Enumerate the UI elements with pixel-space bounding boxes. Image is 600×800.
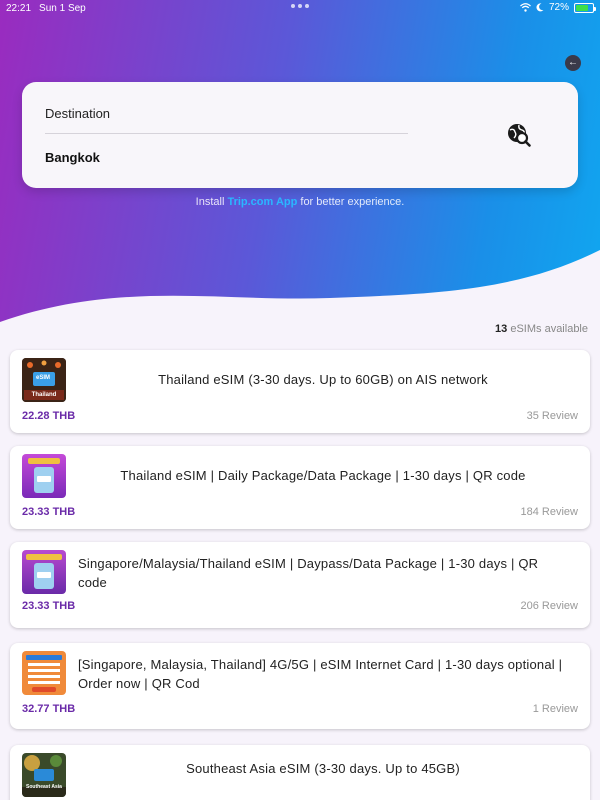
esim-thumbnail <box>22 550 66 594</box>
wifi-icon <box>520 3 531 12</box>
globe-search-icon[interactable] <box>506 122 532 148</box>
moon-icon <box>536 3 544 12</box>
battery-icon <box>574 2 596 13</box>
esim-price: 23.33 THB <box>22 600 76 612</box>
destination-search-card[interactable]: Destination Bangkok <box>22 82 578 188</box>
battery-level <box>576 4 588 11</box>
results-count-label: eSIMs available <box>510 323 588 335</box>
esim-card[interactable]: Thailand eSIM | Daily Package/Data Packa… <box>10 446 590 529</box>
install-suffix: for better experience. <box>297 196 405 208</box>
destination-label: Destination <box>45 106 111 121</box>
status-time: 22:21 <box>6 2 32 14</box>
esim-reviews[interactable]: 184 Review <box>521 506 578 518</box>
results-count-number: 13 <box>495 323 508 335</box>
esim-card[interactable]: Singapore/Malaysia/Thailand eSIM | Daypa… <box>10 542 590 628</box>
trip-app-link[interactable]: Trip.com App <box>227 196 297 208</box>
status-bar: 22:21 Sun 1 Sep 72% <box>0 0 600 16</box>
orange-esim-image <box>22 651 66 695</box>
install-prefix: Install <box>195 196 228 208</box>
esim-card[interactable]: [Singapore, Malaysia, Thailand] 4G/5G | … <box>10 643 590 729</box>
esim-reviews[interactable]: 35 Review <box>527 410 578 422</box>
esim-price: 23.33 THB <box>22 506 76 518</box>
esim-reviews[interactable]: 1 Review <box>533 703 578 715</box>
esim-card[interactable]: eSIM Thailand Thailand eSIM (3-30 days. … <box>10 350 590 433</box>
esim-card[interactable]: Southeast Asia Southeast Asia eSIM (3-30… <box>10 745 590 800</box>
purple-esim-image <box>22 454 66 498</box>
esim-price: 32.77 THB <box>22 703 76 715</box>
esim-price: 22.28 THB <box>22 410 76 422</box>
esim-title: Thailand eSIM (3-30 days. Up to 60GB) on… <box>158 372 488 387</box>
results-count: 13 eSIMs available <box>495 323 588 335</box>
back-button[interactable]: ← <box>565 55 581 71</box>
divider <box>45 133 408 134</box>
multitask-dots-icon[interactable] <box>291 4 309 8</box>
esim-title: Singapore/Malaysia/Thailand eSIM | Daypa… <box>78 556 539 590</box>
esim-title: [Singapore, Malaysia, Thailand] 4G/5G | … <box>78 657 563 691</box>
arrow-left-icon: ← <box>568 57 578 68</box>
purple-esim-image <box>22 550 66 594</box>
thumbnail-label: Southeast Asia <box>26 784 62 790</box>
destination-value[interactable]: Bangkok <box>45 150 100 165</box>
esim-title: Thailand eSIM | Daily Package/Data Packa… <box>120 468 526 483</box>
status-date: Sun 1 Sep <box>39 2 86 14</box>
thumbnail-badge: eSIM <box>36 375 51 381</box>
battery-percent: 72% <box>548 2 569 13</box>
esim-thumbnail: Southeast Asia <box>22 753 66 797</box>
esim-title: Southeast Asia eSIM (3-30 days. Up to 45… <box>186 761 460 776</box>
install-app-banner: Install Trip.com App for better experien… <box>0 196 600 208</box>
southeast-asia-esim-image <box>22 753 66 797</box>
thumbnail-label: Thailand <box>31 392 57 398</box>
esim-thumbnail: eSIM Thailand <box>22 358 66 402</box>
esim-thumbnail <box>22 651 66 695</box>
esim-reviews[interactable]: 206 Review <box>521 600 578 612</box>
esim-thumbnail <box>22 454 66 498</box>
